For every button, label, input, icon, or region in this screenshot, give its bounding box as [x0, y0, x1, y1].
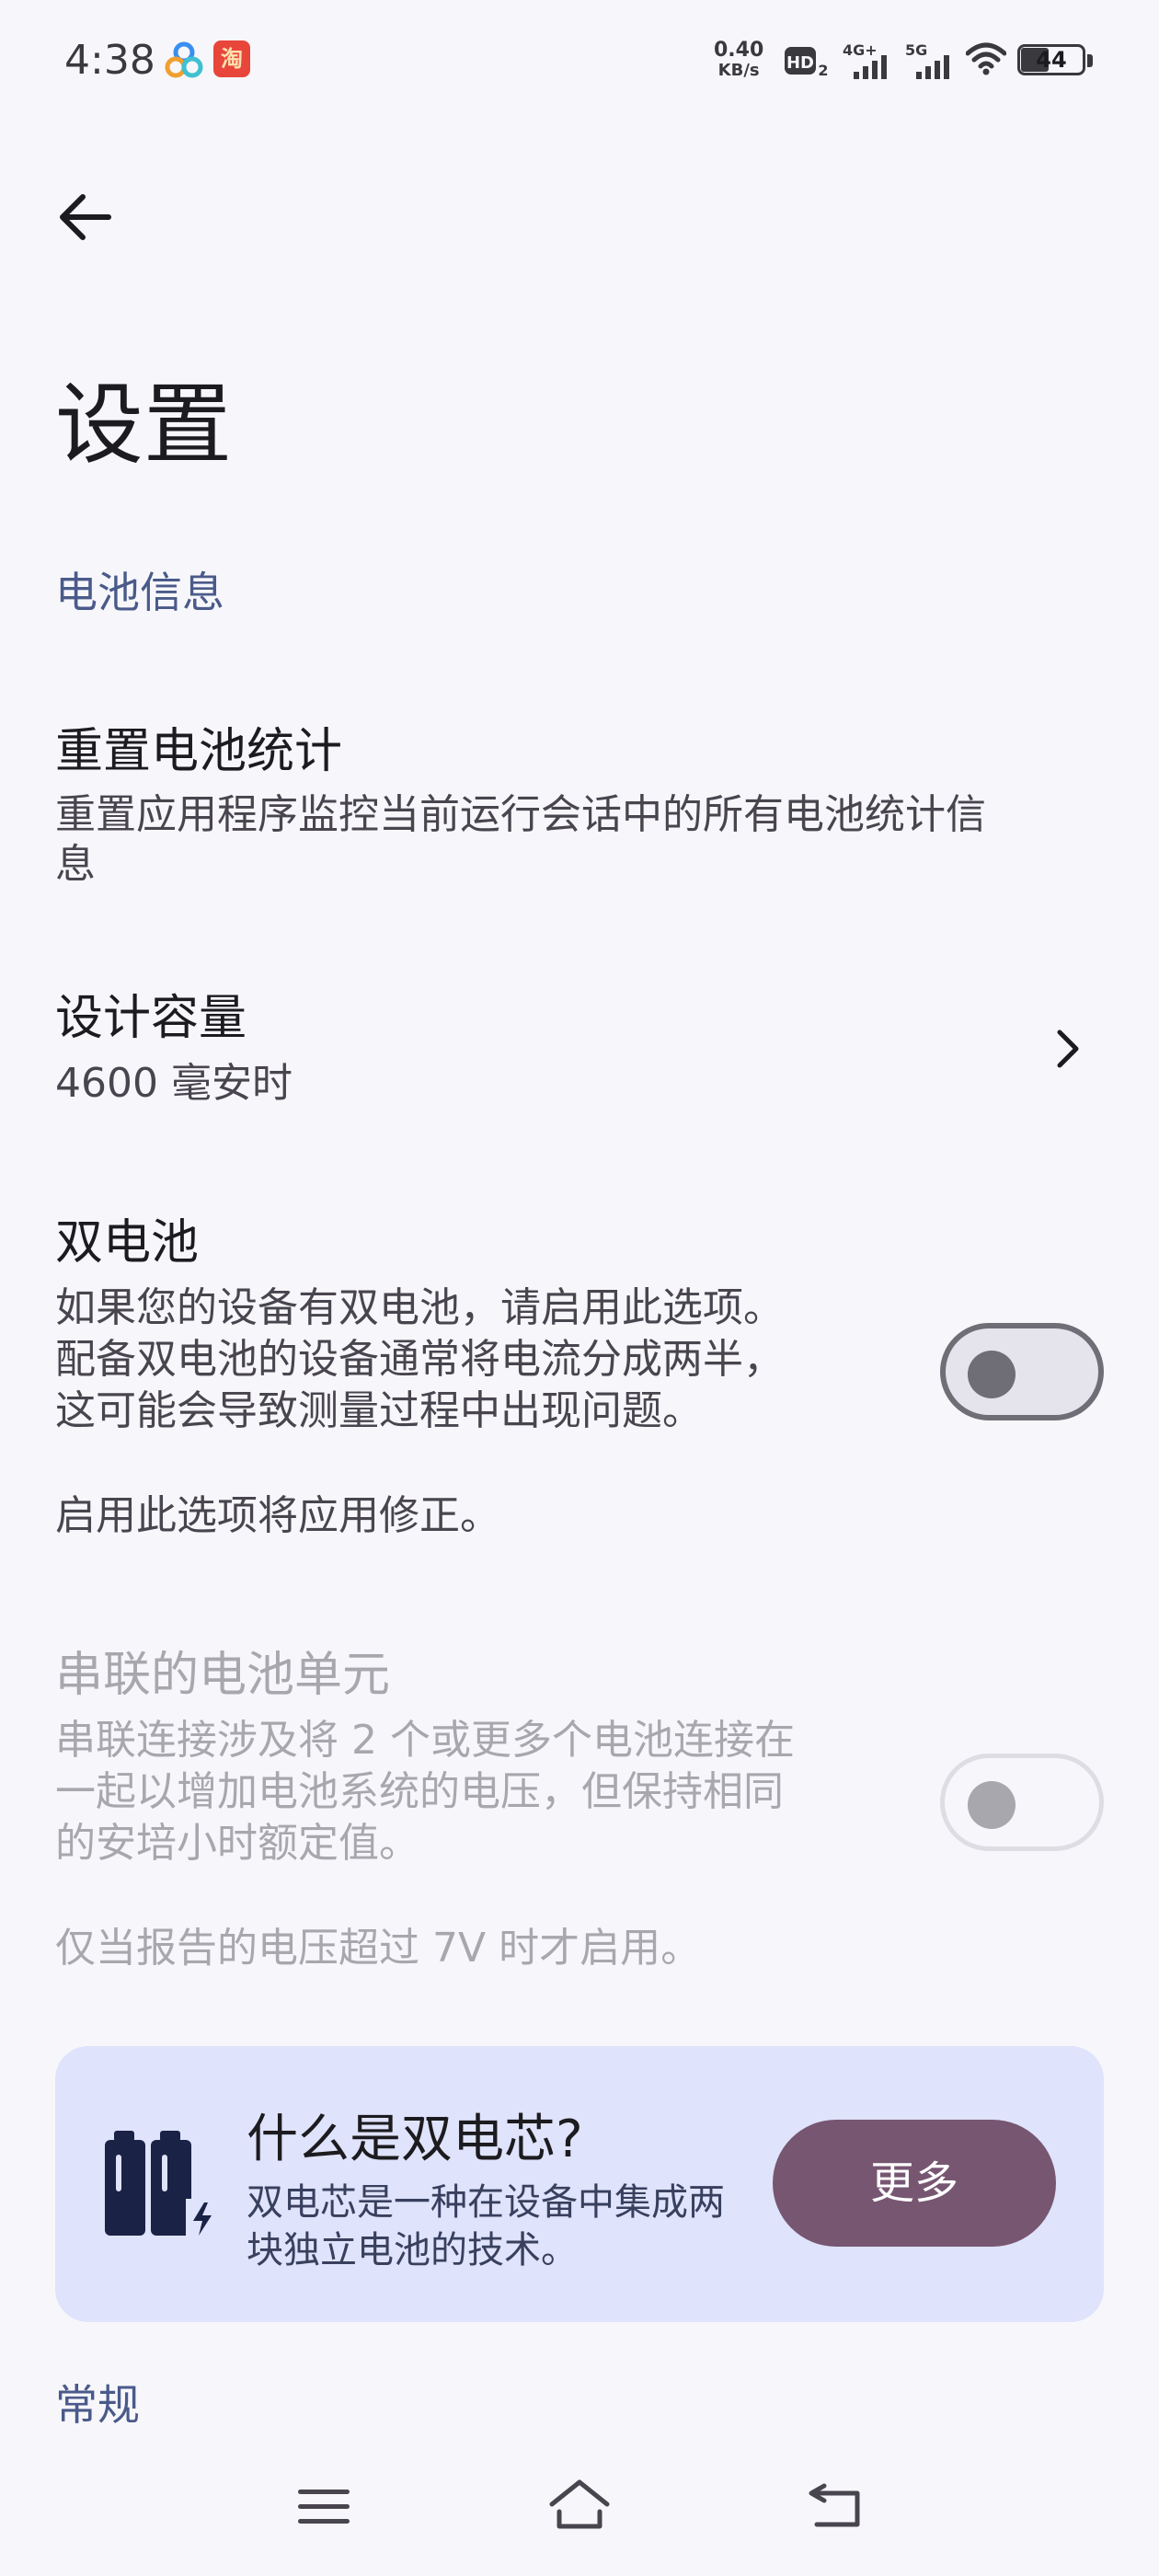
dual-battery-desc-line1: 如果您的设备有双电池，请启用此选项。	[55, 1284, 784, 1331]
section-header-battery-info: 电池信息	[55, 568, 224, 617]
series-cells-desc-line3: 的安培小时额定值。	[55, 1820, 419, 1867]
dual-battery-desc-line2: 配备双电池的设备通常将电流分成两半，	[55, 1336, 784, 1383]
series-cells-note: 仅当报告的电压超过 7V 时才启用。	[55, 1925, 702, 1972]
svg-text:2: 2	[818, 62, 828, 77]
series-cells-title: 串联的电池单元	[55, 1648, 391, 1703]
baidu-netdisk-icon	[165, 41, 203, 78]
info-card-description: 双电芯是一种在设备中集成两 块独立电池的技术。	[247, 2179, 762, 2274]
design-capacity-value: 4600 毫安时	[55, 1060, 293, 1107]
info-card-title: 什么是双电芯?	[247, 2110, 583, 2169]
back-arrow-icon[interactable]	[52, 184, 125, 258]
network-speed-value: 0.40	[714, 39, 764, 62]
dual-battery-icon	[105, 2131, 215, 2236]
dual-battery-toggle[interactable]	[940, 1323, 1104, 1420]
series-cells-toggle[interactable]	[940, 1754, 1104, 1851]
chevron-right-icon	[1057, 1029, 1079, 1068]
more-button[interactable]: 更多	[773, 2120, 1056, 2247]
reset-stats-title: 重置电池统计	[55, 724, 343, 779]
toggle-knob	[968, 1781, 1016, 1829]
battery-tip	[1087, 54, 1093, 67]
dual-battery-title: 双电池	[55, 1215, 200, 1271]
signal-5g-icon: 5G	[905, 41, 949, 79]
page-title: 设置	[55, 374, 232, 477]
reset-battery-stats-item[interactable]: 重置电池统计 重置应用程序监控当前运行会话中的所有电池统计信 息	[0, 690, 1159, 911]
taobao-icon: 淘	[213, 40, 250, 77]
signal-4g-icon: 4G+	[843, 41, 887, 79]
hd-label: HD	[786, 53, 814, 73]
design-capacity-item[interactable]: 设计容量 4600 毫安时	[0, 957, 1159, 1141]
signal-1-label: 4G+	[843, 41, 878, 59]
toggle-knob	[968, 1351, 1016, 1398]
series-cells-desc-line1: 串联连接涉及将 2 个或更多个电池连接在	[55, 1717, 795, 1764]
dual-battery-note: 启用此选项将应用修正。	[55, 1492, 500, 1539]
reset-stats-subtitle-line2: 息	[55, 841, 96, 888]
battery-level: 44	[1036, 47, 1067, 73]
network-speed-unit: KB/s	[717, 61, 760, 80]
wifi-icon	[966, 42, 1006, 75]
hd-voice-icon: HD 2	[785, 47, 829, 77]
status-time: 4:38	[64, 37, 155, 84]
signal-2-label: 5G	[905, 41, 927, 59]
network-speed: 0.40 KB/s	[714, 40, 763, 81]
design-capacity-title: 设计容量	[55, 991, 247, 1046]
back-gesture-icon[interactable]	[806, 2477, 870, 2532]
reset-stats-subtitle-line1: 重置应用程序监控当前运行会话中的所有电池统计信	[55, 791, 986, 838]
section-header-general: 常规	[55, 2380, 140, 2430]
info-card-desc-line1: 双电芯是一种在设备中集成两	[247, 2181, 725, 2224]
dual-battery-desc-line3: 这可能会导致测量过程中出现问题。	[55, 1387, 703, 1434]
info-card-desc-line2: 块独立电池的技术。	[247, 2229, 578, 2271]
series-cells-desc-line2: 一起以增加电池系统的电压，但保持相同	[55, 1768, 784, 1815]
battery-indicator: 44	[1017, 44, 1095, 79]
home-icon[interactable]	[546, 2475, 613, 2534]
menu-icon[interactable]	[294, 2484, 353, 2530]
